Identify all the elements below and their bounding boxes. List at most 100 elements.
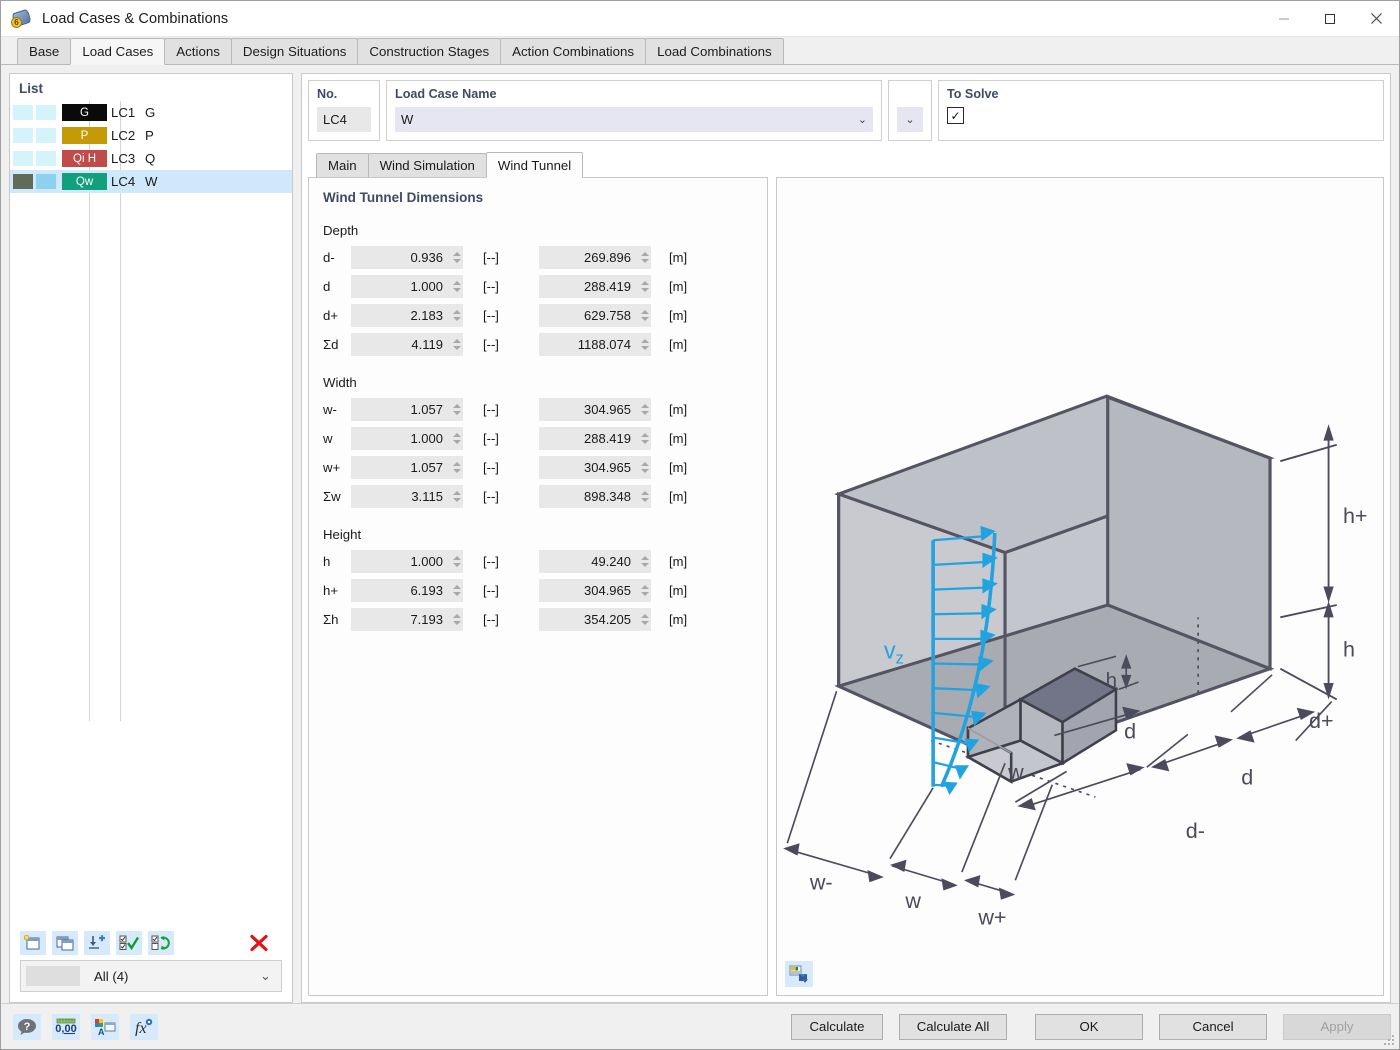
ok-button[interactable]: OK bbox=[1035, 1013, 1143, 1040]
w-ratio-input[interactable]: 1.000 bbox=[351, 427, 463, 450]
spinner-arrows-icon[interactable] bbox=[638, 398, 651, 421]
tab-main[interactable]: Main bbox=[316, 153, 369, 177]
sum-w-ratio-input[interactable]: 3.115 bbox=[351, 485, 463, 508]
d-plus-length-input[interactable]: 629.758 bbox=[539, 304, 651, 327]
main-tab-strip: Base Load Cases Actions Design Situation… bbox=[1, 37, 1399, 65]
table-row[interactable]: G LC1 G bbox=[10, 101, 292, 124]
d-minus-ratio-input[interactable]: 0.936 bbox=[351, 246, 463, 269]
spinner-arrows-icon[interactable] bbox=[450, 333, 463, 356]
units-icon[interactable]: 0,00 bbox=[52, 1013, 80, 1040]
spinner-arrows-icon[interactable] bbox=[638, 456, 651, 479]
minimize-button[interactable] bbox=[1261, 1, 1307, 37]
chevron-down-icon: ⌄ bbox=[905, 114, 915, 126]
tab-label: Design Situations bbox=[242, 44, 347, 59]
w-minus-ratio-input[interactable]: 1.057 bbox=[351, 398, 463, 421]
row-symbol: w+ bbox=[323, 460, 341, 475]
tab-wind-simulation[interactable]: Wind Simulation bbox=[367, 153, 487, 177]
display-properties-icon[interactable]: A bbox=[91, 1013, 119, 1040]
h-length-input[interactable]: 49.240 bbox=[539, 550, 651, 573]
spinner-arrows-icon[interactable] bbox=[638, 427, 651, 450]
spinner-arrows-icon[interactable] bbox=[450, 579, 463, 602]
h-label: h bbox=[1343, 636, 1355, 661]
table-row-selected[interactable]: Qw LC4 W bbox=[10, 170, 292, 193]
w-label: w bbox=[904, 888, 921, 913]
tab-wind-tunnel[interactable]: Wind Tunnel bbox=[485, 152, 584, 178]
select-all-button[interactable] bbox=[116, 931, 142, 955]
load-type-select[interactable]: ⌄ bbox=[896, 107, 923, 132]
h-plus-ratio-input[interactable]: 6.193 bbox=[351, 579, 463, 602]
unit-label: [m] bbox=[669, 489, 688, 504]
w-building-label: w bbox=[1007, 760, 1024, 785]
spinner-arrows-icon[interactable] bbox=[450, 485, 463, 508]
group-depth: Depth d- 0.936 [--] 269.896 [m] d 1.000 … bbox=[323, 223, 753, 357]
tab-load-combinations[interactable]: Load Combinations bbox=[645, 38, 784, 64]
list-filter-select[interactable]: All (4) ⌄ bbox=[20, 960, 282, 992]
field-row-d: d 1.000 [--] 288.419 [m] bbox=[323, 274, 753, 299]
d-ratio-input[interactable]: 1.000 bbox=[351, 275, 463, 298]
table-row[interactable]: P LC2 P bbox=[10, 124, 292, 147]
maximize-button[interactable] bbox=[1307, 1, 1353, 37]
spinner-arrows-icon[interactable] bbox=[450, 398, 463, 421]
w-plus-ratio-input[interactable]: 1.057 bbox=[351, 456, 463, 479]
row-name: Q bbox=[145, 151, 156, 166]
calculate-all-button[interactable]: Calculate All bbox=[899, 1013, 1007, 1040]
w-minus-length-input[interactable]: 304.965 bbox=[539, 398, 651, 421]
delete-load-case-button[interactable] bbox=[246, 931, 272, 955]
w-plus-length-input[interactable]: 304.965 bbox=[539, 456, 651, 479]
copy-load-case-button[interactable] bbox=[52, 931, 78, 955]
resize-grip-icon[interactable] bbox=[1384, 1035, 1396, 1047]
cancel-button[interactable]: Cancel bbox=[1159, 1013, 1267, 1040]
calculate-button[interactable]: Calculate bbox=[791, 1013, 883, 1040]
spinner-arrows-icon[interactable] bbox=[638, 246, 651, 269]
spinner-arrows-icon[interactable] bbox=[450, 427, 463, 450]
load-case-name-input[interactable]: W ⌄ bbox=[395, 107, 873, 132]
import-load-case-button[interactable] bbox=[84, 931, 110, 955]
row-name: P bbox=[145, 128, 154, 143]
tab-action-combinations[interactable]: Action Combinations bbox=[500, 38, 647, 64]
no-field-group: No. LC4 bbox=[308, 80, 380, 141]
row-color-swatch-2 bbox=[36, 105, 56, 120]
spinner-arrows-icon[interactable] bbox=[638, 304, 651, 327]
spinner-arrows-icon[interactable] bbox=[638, 579, 651, 602]
spinner-arrows-icon[interactable] bbox=[450, 608, 463, 631]
d-plus-ratio-input[interactable]: 2.183 bbox=[351, 304, 463, 327]
save-image-button[interactable] bbox=[785, 961, 813, 987]
spinner-arrows-icon[interactable] bbox=[638, 333, 651, 356]
close-button[interactable] bbox=[1353, 1, 1399, 37]
spinner-arrows-icon[interactable] bbox=[638, 608, 651, 631]
invert-selection-button[interactable] bbox=[148, 931, 174, 955]
row-color-swatch-1 bbox=[13, 174, 33, 189]
new-load-case-button[interactable] bbox=[20, 931, 46, 955]
d-length-input[interactable]: 288.419 bbox=[539, 275, 651, 298]
sum-d-length-input[interactable]: 1188.074 bbox=[539, 333, 651, 356]
sum-h-length-input[interactable]: 354.205 bbox=[539, 608, 651, 631]
tab-label: Actions bbox=[176, 44, 220, 59]
tab-construction-stages[interactable]: Construction Stages bbox=[357, 38, 502, 64]
spinner-arrows-icon[interactable] bbox=[450, 550, 463, 573]
sum-w-length-input[interactable]: 898.348 bbox=[539, 485, 651, 508]
spinner-arrows-icon[interactable] bbox=[450, 456, 463, 479]
h-ratio-input[interactable]: 1.000 bbox=[351, 550, 463, 573]
load-case-detail-panel: No. LC4 Load Case Name W ⌄ ⌄ To Solve ✓ … bbox=[301, 73, 1391, 1003]
load-case-list[interactable]: G LC1 G P LC2 P Qi H LC3 Q Qw LC4 W bbox=[10, 101, 292, 926]
formula-icon[interactable]: fx bbox=[130, 1013, 158, 1040]
spinner-arrows-icon[interactable] bbox=[450, 246, 463, 269]
sum-d-ratio-input[interactable]: 4.119 bbox=[351, 333, 463, 356]
spinner-arrows-icon[interactable] bbox=[450, 275, 463, 298]
spinner-arrows-icon[interactable] bbox=[638, 275, 651, 298]
spinner-arrows-icon[interactable] bbox=[450, 304, 463, 327]
w-length-input[interactable]: 288.419 bbox=[539, 427, 651, 450]
to-solve-checkbox[interactable]: ✓ bbox=[946, 107, 964, 124]
tab-design-situations[interactable]: Design Situations bbox=[230, 38, 359, 64]
spinner-arrows-icon[interactable] bbox=[638, 550, 651, 573]
h-plus-length-input[interactable]: 304.965 bbox=[539, 579, 651, 602]
sum-h-ratio-input[interactable]: 7.193 bbox=[351, 608, 463, 631]
d-minus-length-input[interactable]: 269.896 bbox=[539, 246, 651, 269]
value: 3.115 bbox=[411, 489, 443, 504]
tab-actions[interactable]: Actions bbox=[164, 38, 232, 64]
tab-load-cases[interactable]: Load Cases bbox=[70, 38, 166, 65]
table-row[interactable]: Qi H LC3 Q bbox=[10, 147, 292, 170]
tab-base[interactable]: Base bbox=[17, 38, 72, 64]
help-icon[interactable]: ? bbox=[13, 1013, 41, 1040]
spinner-arrows-icon[interactable] bbox=[638, 485, 651, 508]
